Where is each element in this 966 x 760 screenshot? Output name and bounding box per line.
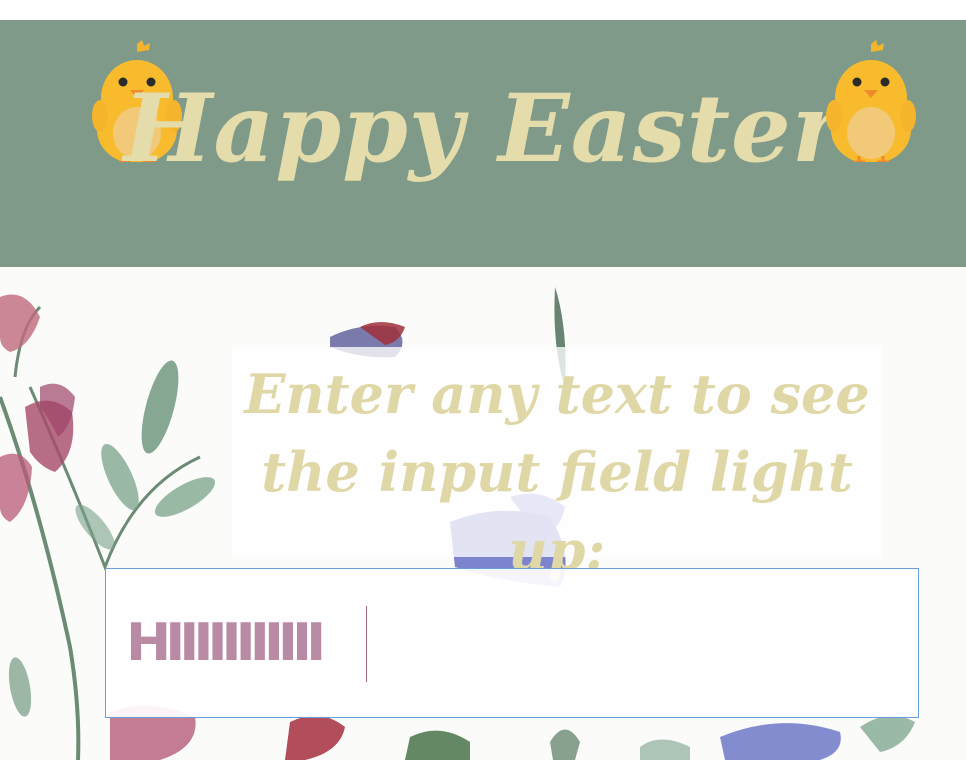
prompt-text: Enter any text to see the input field li… [244, 362, 870, 582]
page-title: Happy Easter [123, 74, 843, 184]
header-banner: Happy Easter [0, 20, 966, 267]
text-input[interactable]: HIIIIIIIIIII [105, 568, 919, 718]
floral-background: Enter any text to see the input field li… [0, 267, 966, 760]
text-cursor [366, 606, 367, 682]
text-input-value: HIIIIIIIIIII [126, 612, 326, 673]
chick-icon [826, 40, 916, 162]
